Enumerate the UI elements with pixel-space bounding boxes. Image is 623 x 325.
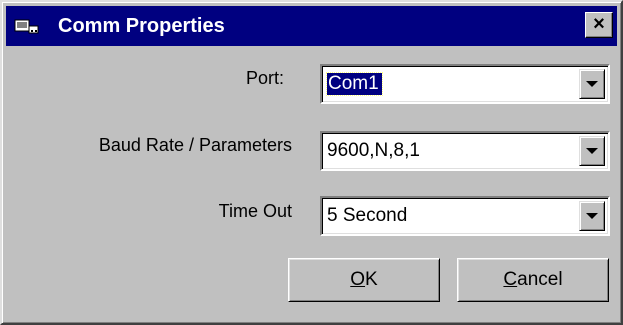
- time-out-select[interactable]: 5 Second: [320, 196, 610, 236]
- ok-button[interactable]: OK: [288, 258, 440, 302]
- chevron-down-icon: [586, 81, 598, 87]
- port-label: Port:: [245, 68, 284, 88]
- baud-rate-value: 9600,N,8,1: [327, 140, 420, 161]
- baud-rate-select[interactable]: 9600,N,8,1: [320, 131, 610, 171]
- port-select[interactable]: Com1: [320, 64, 610, 104]
- close-button[interactable]: ×: [585, 12, 613, 38]
- window-title: Comm Properties: [58, 15, 225, 37]
- port-value: Com1: [326, 72, 383, 96]
- cancel-button[interactable]: Cancel: [457, 258, 609, 302]
- comm-properties-dialog: Comm Properties × Port: Com1 Baud Rate /…: [0, 0, 623, 325]
- ok-label-rest: K: [365, 269, 378, 290]
- time-out-dropdown-button[interactable]: [579, 201, 605, 231]
- comm-app-icon: [14, 19, 39, 34]
- cancel-mnemonic: C: [503, 269, 518, 290]
- ok-mnemonic: O: [350, 269, 366, 290]
- close-icon: ×: [593, 13, 605, 35]
- cancel-label-rest: ancel: [517, 269, 563, 290]
- baud-rate-label: Baud Rate / Parameters: [98, 135, 292, 155]
- chevron-down-icon: [586, 148, 598, 154]
- time-out-label: Time Out: [218, 201, 292, 221]
- port-dropdown-button[interactable]: [579, 69, 605, 99]
- chevron-down-icon: [586, 213, 598, 219]
- time-out-value: 5 Second: [327, 205, 408, 226]
- baud-rate-dropdown-button[interactable]: [579, 136, 605, 166]
- title-bar[interactable]: Comm Properties ×: [6, 6, 617, 46]
